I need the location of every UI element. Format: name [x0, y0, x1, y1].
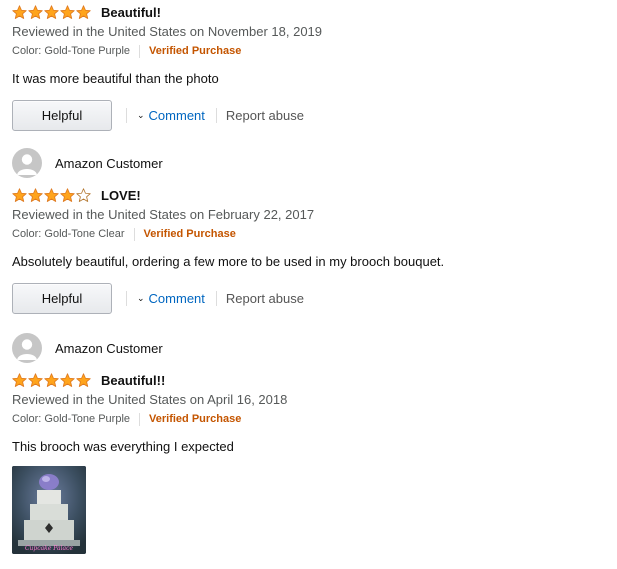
star-empty-icon: [76, 187, 91, 202]
review-title-row: Beautiful!: [12, 2, 607, 22]
review-title-row: Beautiful!!: [12, 370, 607, 390]
review-actions: Helpful ⌄ Comment Report abuse: [12, 100, 607, 131]
star-filled-icon: [60, 372, 75, 387]
comment-label: Comment: [148, 291, 205, 306]
review-meta: Color: Gold-Tone Clear Verified Purchase: [12, 225, 607, 243]
review-title[interactable]: Beautiful!: [101, 5, 161, 20]
star-filled-icon: [76, 372, 91, 387]
reviewer-profile[interactable]: Amazon Customer: [12, 333, 607, 363]
comment-label: Comment: [148, 108, 205, 123]
star-filled-icon: [28, 187, 43, 202]
product-variant-link[interactable]: Color: Gold-Tone Clear: [12, 228, 125, 240]
review-meta: Color: Gold-Tone Purple Verified Purchas…: [12, 410, 607, 428]
review-date: Reviewed in the United States on Februar…: [12, 207, 315, 222]
star-filled-icon: [76, 4, 91, 19]
reviewer-name[interactable]: Amazon Customer: [55, 341, 163, 356]
star-rating: [12, 187, 91, 203]
comment-link[interactable]: ⌄ Comment: [137, 108, 205, 123]
helpful-button[interactable]: Helpful: [12, 283, 112, 314]
report-abuse-link[interactable]: Report abuse: [226, 108, 304, 123]
report-abuse-link[interactable]: Report abuse: [226, 291, 304, 306]
divider: [126, 108, 127, 123]
star-filled-icon: [12, 372, 27, 387]
reviewer-profile[interactable]: Amazon Customer: [12, 148, 607, 178]
verified-purchase-badge: Verified Purchase: [143, 228, 236, 240]
reviewer-name[interactable]: Amazon Customer: [55, 156, 163, 171]
review-actions: Helpful ⌄ Comment Report abuse: [12, 283, 607, 314]
star-rating: [12, 4, 91, 20]
review-title[interactable]: LOVE!: [101, 188, 141, 203]
star-filled-icon: [12, 4, 27, 19]
person-icon: [17, 154, 37, 175]
star-rating: [12, 372, 91, 388]
review-date: Reviewed in the United States on April 1…: [12, 392, 288, 407]
review-title[interactable]: Beautiful!!: [101, 373, 165, 388]
review-body: This brooch was everything I expected: [12, 439, 234, 454]
divider: [215, 108, 217, 123]
star-filled-icon: [44, 187, 59, 202]
star-filled-icon: [44, 4, 59, 19]
chevron-down-icon: ⌄: [137, 293, 145, 303]
review: Beautiful! Reviewed in the United States…: [12, 2, 607, 131]
divider: [139, 412, 141, 426]
divider: [215, 291, 217, 306]
review-meta: Color: Gold-Tone Purple Verified Purchas…: [12, 42, 607, 60]
review-title-row: LOVE!: [12, 185, 607, 205]
star-filled-icon: [28, 372, 43, 387]
divider: [133, 227, 135, 241]
divider: [139, 44, 141, 58]
photo-watermark: Cupcake Palace: [25, 545, 74, 552]
star-filled-icon: [28, 4, 43, 19]
divider: [126, 291, 127, 306]
review-date: Reviewed in the United States on Novembe…: [12, 24, 323, 39]
review: Amazon Customer Beautiful!! Reviewed in …: [12, 333, 607, 554]
chevron-down-icon: ⌄: [137, 110, 145, 120]
review-body: It was more beautiful than the photo: [12, 71, 219, 86]
star-filled-icon: [60, 4, 75, 19]
product-variant-link[interactable]: Color: Gold-Tone Purple: [12, 45, 130, 57]
product-variant-link[interactable]: Color: Gold-Tone Purple: [12, 413, 130, 425]
avatar: [12, 148, 42, 178]
star-filled-icon: [12, 187, 27, 202]
star-filled-icon: [60, 187, 75, 202]
verified-purchase-badge: Verified Purchase: [149, 45, 242, 57]
helpful-button[interactable]: Helpful: [12, 100, 112, 131]
comment-link[interactable]: ⌄ Comment: [137, 291, 205, 306]
cake-photo: Cupcake Palace: [12, 466, 86, 554]
person-icon: [17, 339, 37, 360]
avatar: [12, 333, 42, 363]
review-body: Absolutely beautiful, ordering a few mor…: [12, 254, 445, 269]
review-photo-thumbnail[interactable]: Cupcake Palace: [12, 466, 86, 554]
review: Amazon Customer LOVE! Reviewed in the Un…: [12, 148, 607, 314]
verified-purchase-badge: Verified Purchase: [149, 413, 242, 425]
star-filled-icon: [44, 372, 59, 387]
